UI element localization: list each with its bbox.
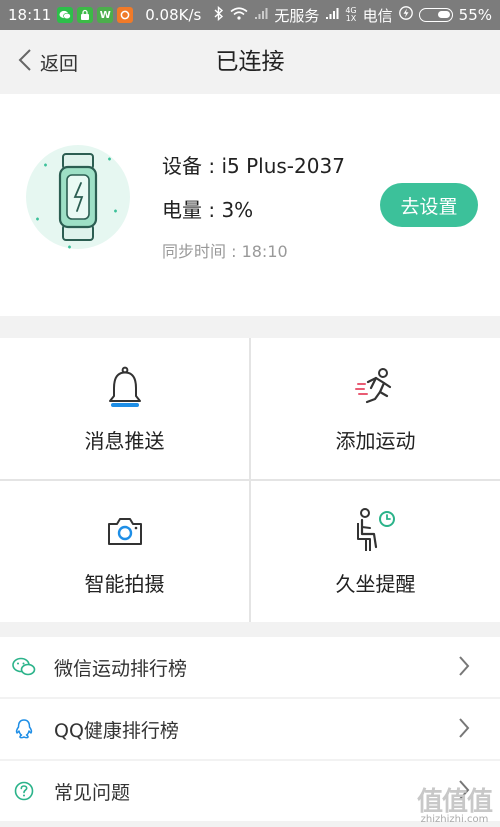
bluetooth-icon — [214, 5, 224, 25]
wristband-icon — [22, 141, 134, 257]
status-right: 无服务 4G 1X 电信 55% — [214, 5, 492, 26]
title-bar: 返回 已连接 — [0, 30, 500, 94]
feature-add-sport[interactable]: 添加运动 — [251, 338, 500, 479]
battery-icon — [418, 8, 453, 22]
feature-label: 久坐提醒 — [335, 572, 416, 596]
chevron-right-icon — [458, 717, 470, 743]
network-type-bottom: 1X — [345, 14, 357, 23]
feature-label: 智能拍摄 — [84, 572, 165, 596]
signal-icon — [254, 6, 268, 24]
feature-label: 添加运动 — [335, 429, 416, 453]
feature-message-push[interactable]: 消息推送 — [0, 338, 249, 479]
network-speed: 0.08K/s — [145, 6, 202, 24]
chevron-left-icon — [18, 48, 32, 77]
w-app-icon: W — [97, 7, 114, 23]
watermark-url: zhizhizhi.com — [420, 814, 489, 825]
orange-app-icon — [117, 7, 134, 23]
device-name: 设备 : i5 Plus-2037 — [162, 154, 345, 178]
status-bar: 18:11 W 0.08K/s 无服务 4G 1X 电信 55% — [0, 0, 500, 30]
question-icon — [12, 779, 36, 803]
chevron-right-icon — [458, 655, 470, 681]
list-item-label: 微信运动排行榜 — [54, 657, 188, 680]
wechat-icon — [57, 7, 74, 23]
signal-icon — [325, 6, 339, 24]
carrier-no-service: 无服务 — [274, 6, 320, 25]
camera-icon — [106, 507, 144, 555]
carrier-telecom: 电信 — [362, 6, 393, 25]
settings-button[interactable]: 去设置 — [380, 183, 478, 227]
watermark: 值值值 zhizhizhi.com — [416, 781, 493, 825]
sync-time: 同步时间 : 18:10 — [162, 242, 288, 261]
list-item-label: 常见问题 — [54, 781, 131, 804]
feature-label: 消息推送 — [84, 429, 165, 453]
status-time: 18:11 — [8, 6, 52, 24]
wifi-icon — [230, 6, 248, 24]
wechat-icon — [12, 655, 36, 679]
back-label: 返回 — [40, 52, 79, 75]
list-item-wechat-ranking[interactable]: 微信运动排行榜 — [0, 637, 500, 697]
feature-smart-photo[interactable]: 智能拍摄 — [0, 481, 249, 622]
feature-grid: 消息推送 添加运动 智能拍摄 久坐提醒 — [0, 338, 500, 622]
sitting-clock-icon — [354, 507, 398, 555]
running-icon — [354, 364, 398, 412]
device-card: 设备 : i5 Plus-2037 电量 : 3% 同步时间 : 18:10 去… — [0, 94, 500, 316]
back-button[interactable]: 返回 — [18, 30, 78, 94]
list-item-qq-ranking[interactable]: QQ健康排行榜 — [0, 699, 500, 759]
feature-sitting-reminder[interactable]: 久坐提醒 — [251, 481, 500, 622]
bell-icon — [107, 364, 143, 412]
device-battery: 电量 : 3% — [162, 198, 254, 222]
network-type: 4G 1X — [345, 7, 356, 23]
watermark-logo: 值值值 — [416, 787, 493, 817]
charging-icon — [398, 6, 413, 24]
lock-app-icon — [77, 7, 94, 23]
qq-icon — [12, 717, 36, 741]
battery-percent: 55% — [458, 6, 492, 24]
list-item-label: QQ健康排行榜 — [54, 719, 179, 742]
